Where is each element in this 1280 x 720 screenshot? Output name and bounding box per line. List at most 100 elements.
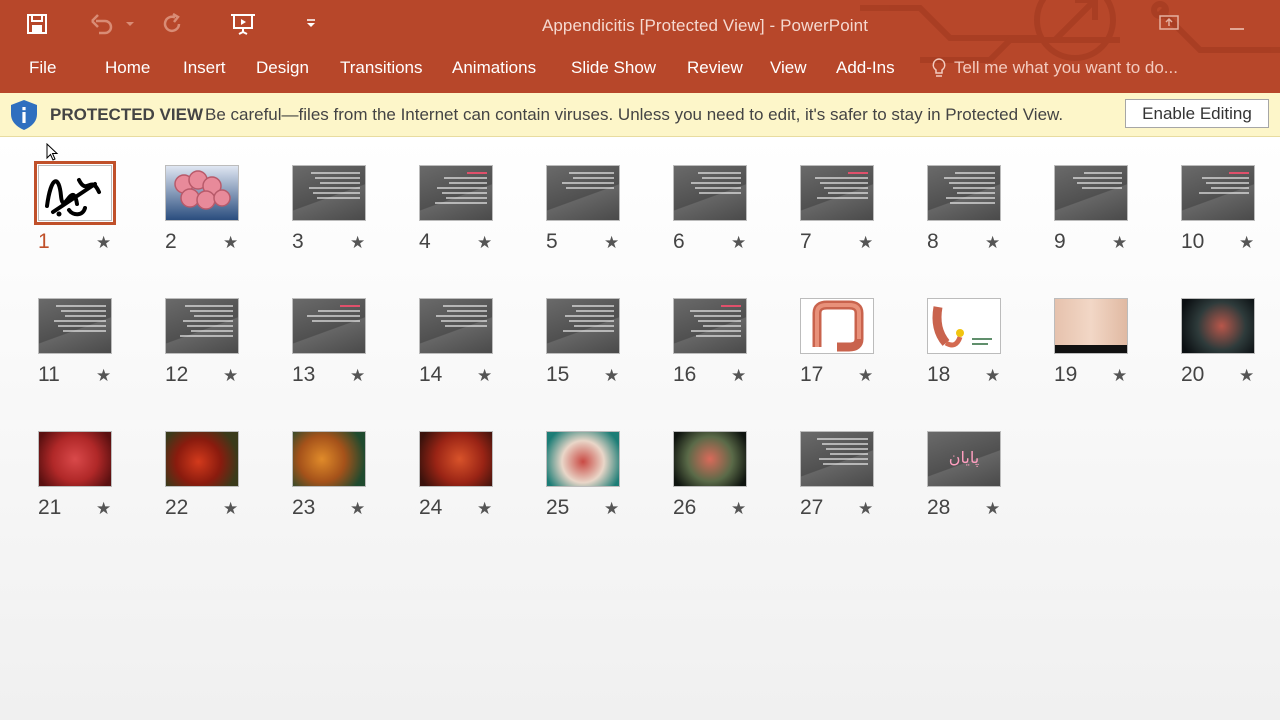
slide-thumbnail-item[interactable]: 23 ★ xyxy=(290,403,400,519)
slide-number: 6 xyxy=(673,230,685,253)
animation-star-icon[interactable]: ★ xyxy=(96,233,111,253)
animation-star-icon[interactable]: ★ xyxy=(477,233,492,253)
slide-thumbnail-item[interactable]: 15 ★ xyxy=(544,270,654,386)
slide-thumbnail-item[interactable]: 20 ★ xyxy=(1179,270,1280,386)
tab-design[interactable]: Design xyxy=(256,52,309,84)
slide-thumbnail-item[interactable]: 21 ★ xyxy=(36,403,146,519)
slide-thumbnail-item[interactable]: 14 ★ xyxy=(417,270,527,386)
slide-caption-bar xyxy=(1055,345,1127,353)
slide-thumbnail-item[interactable]: پایان 28 ★ xyxy=(925,403,1035,519)
animation-star-icon[interactable]: ★ xyxy=(477,499,492,519)
tab-home[interactable]: Home xyxy=(105,52,150,84)
animation-star-icon[interactable]: ★ xyxy=(1239,366,1254,386)
animation-star-icon[interactable]: ★ xyxy=(1112,233,1127,253)
slide-number: 15 xyxy=(546,363,570,386)
animation-star-icon[interactable]: ★ xyxy=(350,366,365,386)
slide-thumbnail-item[interactable]: 10 ★ xyxy=(1179,137,1280,253)
slide-text-lines xyxy=(1187,172,1249,197)
slide-text-lines xyxy=(298,305,360,325)
animation-star-icon[interactable]: ★ xyxy=(1239,233,1254,253)
slide-thumbnail xyxy=(546,431,620,487)
tab-view[interactable]: View xyxy=(770,52,807,84)
slide-thumbnail-item[interactable]: 17 ★ xyxy=(798,270,908,386)
slide-thumbnail xyxy=(292,165,366,221)
slide-thumbnail-item[interactable]: 16 ★ xyxy=(671,270,781,386)
slide-thumbnail-item[interactable]: 13 ★ xyxy=(290,270,400,386)
slide-thumbnail-item[interactable]: 9 ★ xyxy=(1052,137,1162,253)
tab-insert[interactable]: Insert xyxy=(183,52,226,84)
animation-star-icon[interactable]: ★ xyxy=(604,366,619,386)
slide-thumbnail-item[interactable]: 5 ★ xyxy=(544,137,654,253)
minimize-button[interactable] xyxy=(1228,20,1246,38)
tell-me-placeholder: Tell me what you want to do... xyxy=(954,58,1178,77)
slide-number: 8 xyxy=(927,230,939,253)
slide-thumbnail-item[interactable]: 2 ★ xyxy=(163,137,273,253)
tab-review[interactable]: Review xyxy=(687,52,743,84)
mouse-cursor-icon xyxy=(46,143,59,161)
slide-thumbnail-item[interactable]: 8 ★ xyxy=(925,137,1035,253)
window-title: Appendicitis [Protected View] - PowerPoi… xyxy=(541,16,869,35)
animation-star-icon[interactable]: ★ xyxy=(223,499,238,519)
slide-thumbnail xyxy=(1181,165,1255,221)
animation-star-icon[interactable]: ★ xyxy=(96,499,111,519)
tab-add-ins[interactable]: Add-Ins xyxy=(836,52,895,84)
slide-thumbnail-item[interactable]: 26 ★ xyxy=(671,403,781,519)
slide-thumbnail xyxy=(165,431,239,487)
animation-star-icon[interactable]: ★ xyxy=(477,366,492,386)
slide-thumbnail xyxy=(800,298,874,354)
slide-thumbnail-item[interactable]: 25 ★ xyxy=(544,403,654,519)
slide-thumbnail xyxy=(38,298,112,354)
animation-star-icon[interactable]: ★ xyxy=(350,499,365,519)
enable-editing-button[interactable]: Enable Editing xyxy=(1125,99,1269,128)
slide-number: 24 xyxy=(419,496,443,519)
slide-thumbnail xyxy=(673,431,747,487)
tab-slide-show[interactable]: Slide Show xyxy=(571,52,656,84)
animation-star-icon[interactable]: ★ xyxy=(223,366,238,386)
slide-thumbnail xyxy=(419,298,493,354)
slide-thumbnail xyxy=(927,298,1001,354)
slide-thumbnail-item[interactable]: 12 ★ xyxy=(163,270,273,386)
animation-star-icon[interactable]: ★ xyxy=(985,366,1000,386)
animation-star-icon[interactable]: ★ xyxy=(350,233,365,253)
tab-transitions[interactable]: Transitions xyxy=(340,52,423,84)
animation-star-icon[interactable]: ★ xyxy=(604,499,619,519)
animation-star-icon[interactable]: ★ xyxy=(731,233,746,253)
ribbon-display-options-button[interactable] xyxy=(1158,14,1180,37)
slide-thumbnail xyxy=(38,431,112,487)
slide-thumbnail-item[interactable]: 4 ★ xyxy=(417,137,527,253)
tab-animations[interactable]: Animations xyxy=(452,52,536,84)
slide-thumbnail-item[interactable]: 27 ★ xyxy=(798,403,908,519)
animation-star-icon[interactable]: ★ xyxy=(731,499,746,519)
animation-star-icon[interactable]: ★ xyxy=(985,499,1000,519)
tab-file[interactable]: File xyxy=(29,52,56,84)
slide-title-text: پایان xyxy=(948,448,980,467)
animation-star-icon[interactable]: ★ xyxy=(858,499,873,519)
slide-thumbnail-item[interactable]: 3 ★ xyxy=(290,137,400,253)
animation-star-icon[interactable]: ★ xyxy=(223,233,238,253)
slide-thumbnail xyxy=(165,165,239,221)
slide-thumbnail-item[interactable]: 6 ★ xyxy=(671,137,781,253)
slide-number: 1 xyxy=(38,230,50,253)
protected-view-label: PROTECTED VIEW xyxy=(50,105,204,124)
slide-thumbnail-item[interactable]: 19 ★ xyxy=(1052,270,1162,386)
slide-thumbnail-item[interactable]: 18 ★ xyxy=(925,270,1035,386)
ribbon-display-options-icon xyxy=(1159,15,1179,30)
animation-star-icon[interactable]: ★ xyxy=(731,366,746,386)
slide-thumbnail-item[interactable]: 24 ★ xyxy=(417,403,527,519)
slide-number: 9 xyxy=(1054,230,1066,253)
slide-thumbnail xyxy=(1181,298,1255,354)
slide-thumbnail-item[interactable]: 7 ★ xyxy=(798,137,908,253)
animation-star-icon[interactable]: ★ xyxy=(985,233,1000,253)
slide-number: 14 xyxy=(419,363,443,386)
animation-star-icon[interactable]: ★ xyxy=(858,233,873,253)
slide-number: 23 xyxy=(292,496,316,519)
slide-sorter: 1 ★ 2 ★ 3 ★ 4 ★ 5 ★ 6 ★ 7 ★ 8 ★ 9 ★ 10 ★ 11 ★ 12 ★ 13 ★ 14 ★ 15 ★ 16 ★ 1… xyxy=(0,137,1280,720)
slide-number: 22 xyxy=(165,496,189,519)
slide-thumbnail-item[interactable]: 22 ★ xyxy=(163,403,273,519)
slide-thumbnail-item[interactable]: 11 ★ xyxy=(36,270,146,386)
slide-text-lines xyxy=(679,172,741,197)
animation-star-icon[interactable]: ★ xyxy=(96,366,111,386)
animation-star-icon[interactable]: ★ xyxy=(858,366,873,386)
animation-star-icon[interactable]: ★ xyxy=(604,233,619,253)
animation-star-icon[interactable]: ★ xyxy=(1112,366,1127,386)
